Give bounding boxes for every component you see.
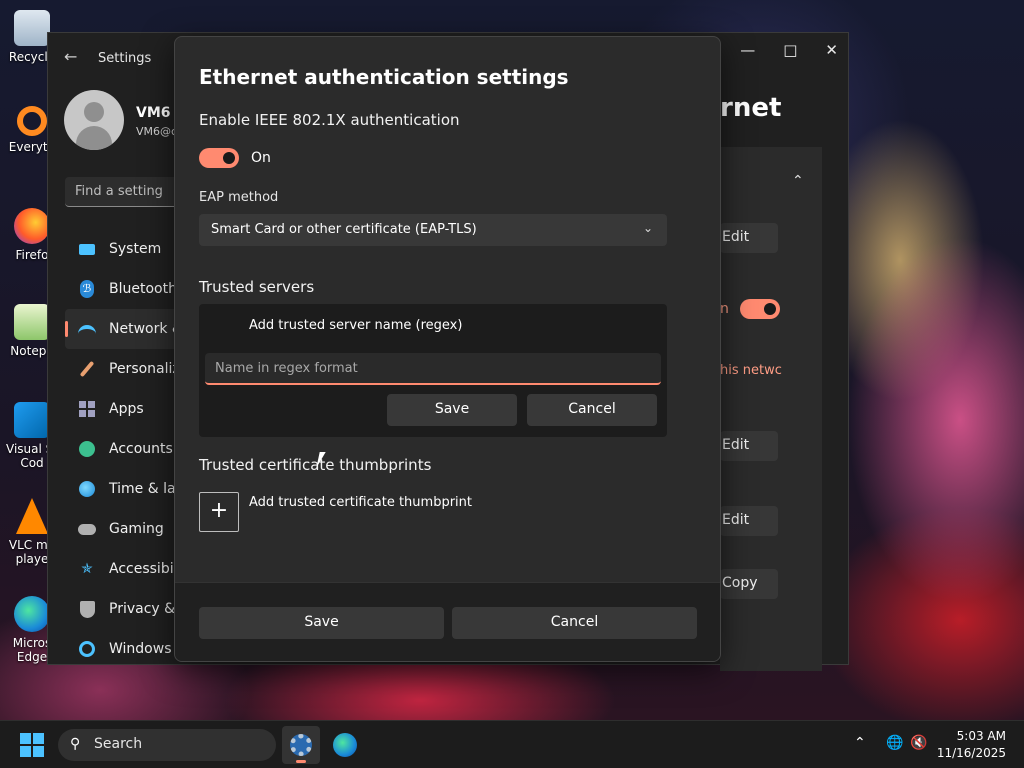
recycle-bin-icon (14, 10, 50, 46)
wifi-icon (77, 319, 97, 339)
network-text-partial: n (720, 301, 729, 317)
maximize-icon[interactable]: □ (783, 41, 797, 59)
add-thumbprint-label[interactable]: Add trusted certificate thumbprint (249, 495, 472, 510)
user-name: VM6 (136, 105, 171, 121)
edit-label: Edit (722, 229, 750, 245)
nav-item-label: System (109, 241, 162, 257)
user-email: VM6@c (136, 125, 178, 138)
save-label: Save (304, 614, 339, 630)
copy-button[interactable]: Copy (720, 569, 778, 599)
cancel-button[interactable]: Cancel (452, 607, 697, 639)
monitor-icon (77, 239, 97, 259)
window-controls: — □ ✕ (740, 41, 838, 59)
edit-button-1[interactable]: Edit (720, 223, 778, 253)
back-arrow-icon[interactable]: ← (64, 47, 77, 66)
server-cancel-label: Cancel (568, 401, 616, 417)
gamepad-icon (77, 519, 97, 539)
nav-item-label: Network & (109, 321, 183, 337)
window-title: Settings (98, 51, 152, 66)
cancel-label: Cancel (550, 614, 599, 630)
accessibility-icon: ✯ (81, 561, 93, 577)
vlc-cone-icon (16, 498, 48, 534)
nav-item-label: Accounts (109, 441, 173, 457)
active-app-indicator (296, 760, 306, 763)
close-icon[interactable]: ✕ (825, 41, 838, 59)
desktop-icon-label: Micros Edge (12, 636, 52, 664)
apps-icon (77, 399, 97, 419)
chevron-up-icon[interactable]: ⌃ (792, 173, 804, 189)
thumbprints-label: Trusted certificate thumbprints (199, 456, 432, 474)
edge-icon (333, 733, 357, 757)
add-thumbprint-button[interactable]: + (199, 492, 239, 532)
nav-item-label: Accessibili (109, 561, 182, 577)
start-button[interactable] (20, 733, 44, 757)
search-icon: ⚲ (70, 736, 81, 752)
gear-icon (290, 734, 312, 756)
edit-label: Edit (722, 437, 750, 453)
eap-method-label: EAP method (199, 190, 279, 205)
background-toggle[interactable] (740, 299, 780, 319)
nav-item-label: Apps (109, 401, 144, 417)
desktop-icon-label: Firefo (15, 248, 49, 262)
globe-icon (77, 479, 97, 499)
ieee-label: Enable IEEE 802.1X authentication (199, 111, 460, 129)
taskbar-settings-app[interactable] (282, 726, 320, 764)
shield-icon (77, 599, 97, 619)
copy-label: Copy (722, 575, 758, 591)
find-setting-placeholder: Find a setting (75, 184, 163, 199)
server-save-button[interactable]: Save (387, 394, 517, 426)
person-icon (77, 439, 97, 459)
save-button[interactable]: Save (199, 607, 444, 639)
brush-icon (77, 359, 97, 379)
avatar-body (76, 126, 112, 150)
network-link-partial[interactable]: his netwc (720, 363, 782, 378)
minimize-icon[interactable]: — (740, 41, 755, 59)
notepad-icon (14, 304, 50, 340)
edit-label: Edit (722, 512, 750, 528)
bluetooth-icon: ℬ (77, 279, 97, 299)
server-save-label: Save (434, 401, 470, 417)
clock-date[interactable]: 11/16/2025 (937, 746, 1006, 760)
network-globe-icon[interactable]: 🌐 (886, 735, 903, 751)
edge-icon (14, 596, 50, 632)
chevron-up-tray-icon[interactable]: ⌃ (854, 735, 866, 751)
trusted-servers-label: Trusted servers (199, 278, 315, 296)
dialog-footer: Save Cancel (175, 582, 720, 661)
edit-button-3[interactable]: Edit (720, 506, 778, 536)
plus-icon: + (209, 498, 229, 523)
add-server-label: Add trusted server name (regex) (249, 318, 463, 333)
vscode-icon (14, 402, 50, 438)
avatar-head (84, 102, 104, 122)
edit-button-2[interactable]: Edit (720, 431, 778, 461)
page-heading-partial: rnet (720, 93, 782, 123)
ethernet-auth-dialog: Ethernet authentication settings Enable … (174, 36, 721, 662)
taskbar-edge-app[interactable] (326, 726, 364, 764)
magnifier-icon (17, 106, 47, 136)
taskbar: ⚲ Search ⌃ 🌐 🔇 5:03 AM 11/16/2025 (0, 720, 1024, 768)
windows-logo-tile (20, 733, 31, 744)
taskbar-search[interactable]: ⚲ Search (58, 729, 276, 761)
update-icon (77, 639, 97, 659)
ieee-toggle[interactable] (199, 148, 239, 168)
dialog-title: Ethernet authentication settings (199, 65, 569, 89)
windows-logo-tile (20, 746, 31, 757)
regex-input[interactable] (205, 353, 661, 385)
eap-method-select[interactable]: Smart Card or other certificate (EAP-TLS… (199, 214, 667, 246)
windows-logo-tile (33, 746, 44, 757)
nav-item-label: Bluetooth (109, 281, 177, 297)
firefox-icon (14, 208, 50, 244)
eap-method-value: Smart Card or other certificate (EAP-TLS… (211, 222, 477, 237)
windows-logo-tile (33, 733, 44, 744)
server-cancel-button[interactable]: Cancel (527, 394, 657, 426)
taskbar-search-label: Search (94, 736, 143, 752)
avatar[interactable] (64, 90, 124, 150)
clock-time[interactable]: 5:03 AM (957, 729, 1006, 743)
nav-item-label: Gaming (109, 521, 164, 537)
trusted-server-panel: Add trusted server name (regex) Save Can… (199, 304, 667, 437)
chevron-down-icon: ⌄ (642, 221, 653, 235)
toggle-state-label: On (251, 150, 271, 166)
volume-muted-icon[interactable]: 🔇 (910, 735, 927, 751)
